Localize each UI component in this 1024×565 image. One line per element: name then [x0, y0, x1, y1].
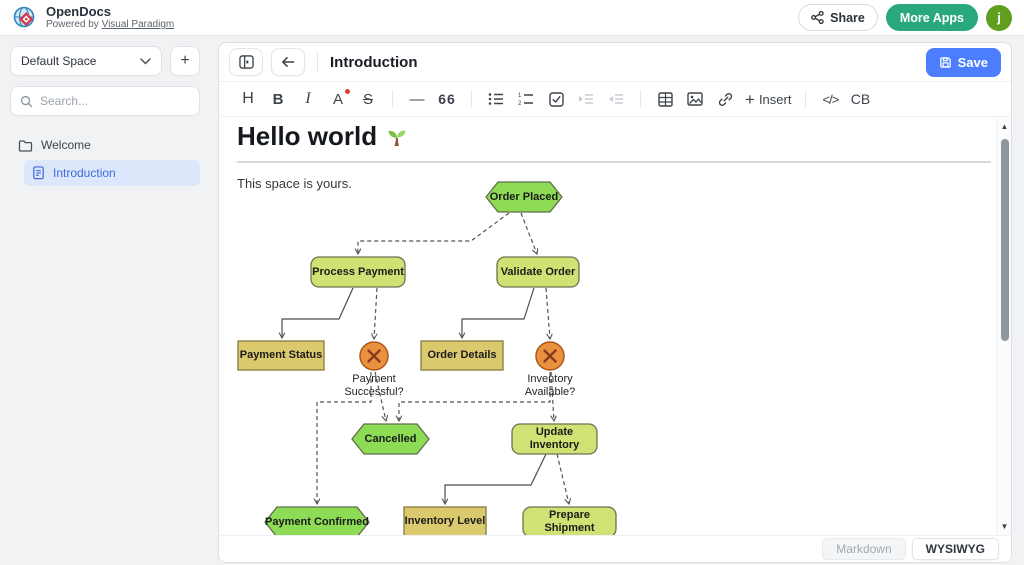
add-page-button[interactable]: +	[170, 46, 200, 76]
page-tree: Welcome Introduction	[10, 132, 200, 186]
color-dot	[345, 89, 350, 94]
editor-scrollbar: ▲ ▼	[996, 117, 1011, 535]
page-title: Introduction	[330, 54, 417, 71]
powered-by: Powered by Visual Paradigm	[46, 19, 174, 30]
edge-validateorder-inventorygateway	[546, 288, 550, 339]
editor-toolbar: H B I A S — 66 12	[219, 81, 1011, 117]
node-inventory-level-label: Inventory Level	[404, 507, 486, 535]
heading-rule	[237, 161, 991, 163]
svg-text:1: 1	[518, 93, 522, 99]
code-block-button[interactable]: CB	[847, 86, 873, 112]
sidebar-item-introduction[interactable]: Introduction	[24, 160, 200, 186]
outdent-button	[603, 86, 629, 112]
toggle-sidebar-button[interactable]	[229, 48, 263, 76]
edge-processpayment-paymentstatus	[282, 288, 353, 338]
document-panel: Introduction Save H B I A S — 66 12	[218, 42, 1012, 563]
inline-code-button[interactable]: </>	[817, 86, 843, 112]
edge-orderplaced-validateorder	[521, 213, 537, 254]
divider	[805, 90, 806, 108]
divider	[471, 90, 472, 108]
table-button[interactable]	[652, 86, 678, 112]
doc-heading: Hello world	[237, 121, 991, 152]
image-button[interactable]	[682, 86, 708, 112]
edge-updateinventory-inventorylevel	[445, 454, 546, 504]
arrow-left-icon	[281, 56, 295, 68]
sidebar: Default Space + Welcome Introduction	[0, 36, 210, 565]
bullet-list-button[interactable]	[483, 86, 509, 112]
more-apps-button[interactable]: More Apps	[886, 4, 978, 31]
node-cancelled-label: Cancelled	[352, 424, 429, 454]
node-payment-confirmed-label: Payment Confirmed	[265, 507, 369, 535]
scroll-up-arrow[interactable]: ▲	[997, 119, 1011, 133]
visual-paradigm-logo-icon	[12, 5, 38, 31]
tab-markdown[interactable]: Markdown	[822, 538, 905, 560]
search-icon	[20, 95, 33, 108]
app-name: OpenDocs	[46, 5, 174, 19]
divider	[317, 52, 318, 72]
document-icon	[32, 166, 45, 180]
scrollbar-thumb[interactable]	[1001, 139, 1009, 341]
numbered-list-button[interactable]: 12	[513, 86, 539, 112]
node-order-details-label: Order Details	[421, 341, 503, 370]
bold-button[interactable]: B	[265, 86, 291, 112]
brand: OpenDocs Powered by Visual Paradigm	[12, 5, 174, 31]
share-icon	[811, 11, 824, 24]
indent-button	[573, 86, 599, 112]
share-button[interactable]: Share	[798, 4, 878, 31]
document-header: Introduction Save	[219, 43, 1011, 81]
save-icon	[939, 56, 952, 69]
tab-wysiwyg[interactable]: WYSIWYG	[912, 538, 999, 560]
svg-text:2: 2	[518, 101, 522, 106]
save-button[interactable]: Save	[926, 48, 1001, 77]
editor-mode-bar: Markdown WYSIWYG	[219, 535, 1011, 562]
node-order-placed-label: Order Placed	[486, 182, 562, 212]
checklist-button[interactable]	[543, 86, 569, 112]
visual-paradigm-link[interactable]: Visual Paradigm	[102, 19, 175, 30]
top-app-bar: OpenDocs Powered by Visual Paradigm Shar…	[0, 0, 1024, 36]
strikethrough-button[interactable]: S	[355, 86, 381, 112]
edge-orderplaced-processpayment	[358, 213, 509, 254]
user-avatar[interactable]: j	[986, 5, 1012, 31]
search-input[interactable]	[40, 94, 195, 108]
search-box	[10, 86, 200, 116]
node-payment-status-label: Payment Status	[238, 341, 324, 370]
link-button[interactable]	[712, 86, 738, 112]
blockquote-button[interactable]: 66	[434, 86, 460, 112]
seedling-emoji-icon	[385, 125, 409, 149]
gateway-payment-label: Payment Successful?	[334, 373, 414, 399]
sidebar-item-welcome[interactable]: Welcome	[10, 132, 200, 158]
edge-processpayment-paymentgateway	[374, 288, 377, 339]
node-update-inventory-label: Update Inventory	[512, 424, 597, 454]
heading-button[interactable]: H	[235, 86, 261, 112]
folder-icon	[18, 139, 33, 152]
divider	[392, 90, 393, 108]
editor-content[interactable]: Hello world This space is yours.	[219, 117, 1011, 535]
node-process-payment-label: Process Payment	[311, 257, 405, 287]
edge-validateorder-orderdetails	[462, 288, 534, 338]
node-validate-order-label: Validate Order	[497, 257, 579, 287]
space-selector[interactable]: Default Space	[10, 46, 162, 76]
process-flow-diagram: Order Placed Process Payment Validate Or…	[231, 176, 881, 535]
node-prepare-shipment-label: Prepare Shipment	[523, 507, 616, 535]
insert-button[interactable]: +Insert	[742, 86, 794, 112]
italic-button[interactable]: I	[295, 86, 321, 112]
back-button[interactable]	[271, 48, 305, 76]
chevron-down-icon	[140, 58, 151, 65]
panel-toggle-icon	[239, 55, 254, 69]
diagram-canvas	[231, 176, 881, 535]
scroll-down-arrow[interactable]: ▼	[997, 519, 1011, 533]
edge-updateinventory-prepareshipment	[557, 454, 569, 504]
font-color-button[interactable]: A	[325, 86, 351, 112]
gateway-inventory-label: Inventory Available?	[510, 373, 590, 399]
divider	[640, 90, 641, 108]
horizontal-rule-button[interactable]: —	[404, 86, 430, 112]
